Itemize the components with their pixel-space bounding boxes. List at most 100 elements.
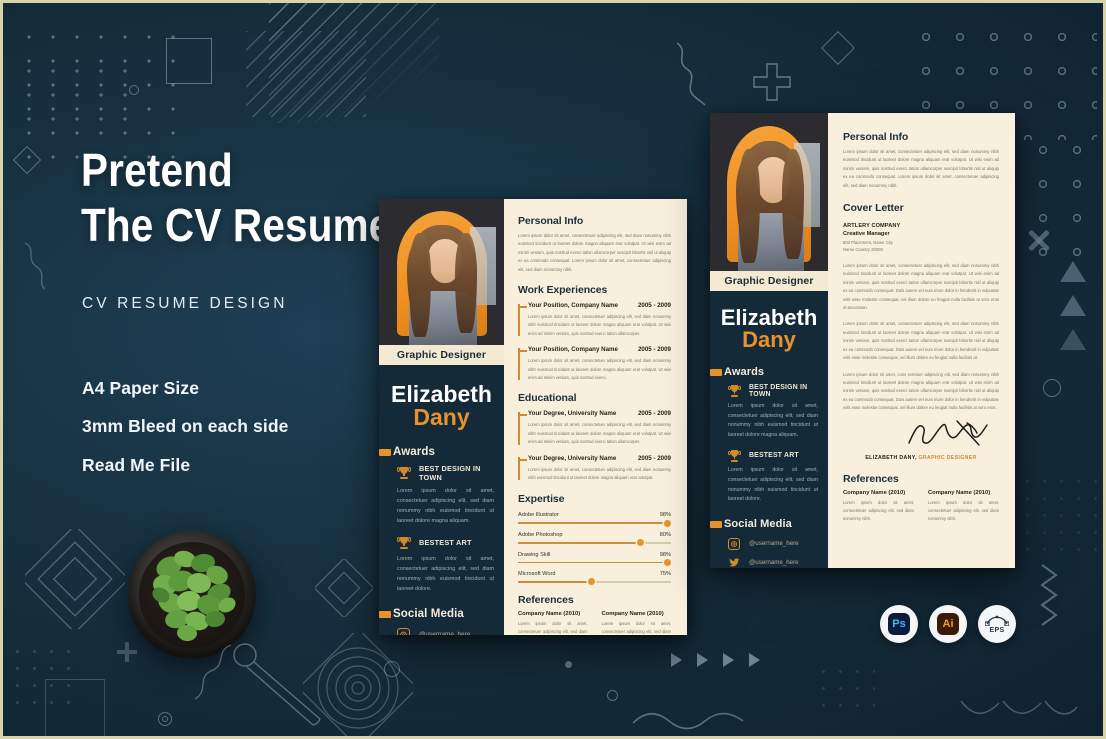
title-line-2: The CV Resume	[81, 198, 392, 251]
first-name: Elizabeth	[391, 381, 492, 407]
eps-label: EPS	[989, 627, 1005, 634]
award-body: Lorem ipsum dolor sit amet, consectetuer…	[397, 555, 494, 592]
work-heading: Work Experiences	[518, 284, 608, 297]
instagram-icon[interactable]: ◎	[728, 537, 740, 550]
circle-outline-right	[1043, 379, 1061, 397]
chevron-3	[723, 653, 734, 667]
skill-knob[interactable]	[664, 558, 672, 566]
social-item[interactable]: ◎ @username_here	[397, 627, 494, 635]
diamond-outline-left-mid	[12, 145, 42, 175]
cover-letter-column: Personal Info Lorem ipsum dolor sit amet…	[828, 113, 1015, 568]
award-title: BEST DESIGN IN TOWN	[419, 463, 481, 482]
cover-company: ARTLERY COMPANY	[843, 223, 901, 230]
concentric-diamond-bottom-left	[311, 633, 337, 659]
photoshop-badge[interactable]: Ps	[880, 605, 918, 643]
skill-knob[interactable]	[664, 519, 672, 527]
work-entry: Your Position, Company Name 2005 - 2009 …	[518, 346, 671, 382]
skill-percent: 80%	[659, 531, 671, 538]
awards-heading: Awards	[379, 445, 504, 458]
social-heading-back: Social Media	[710, 517, 828, 530]
education-title: Your Degree, University Name	[528, 454, 617, 462]
skill-percent: 98%	[659, 551, 671, 558]
circle-outline-bottom-1	[384, 661, 400, 677]
social-handle: @username_here	[419, 630, 471, 635]
cover-role: Creative Manager	[843, 231, 890, 238]
portrait-photo	[379, 199, 504, 345]
dot-grid-top-left-extra	[17, 59, 129, 141]
reference-item: Company Name (2010) Lorem ipsum dolor si…	[928, 490, 999, 524]
expertise-heading: Expertise	[518, 493, 565, 506]
triangle-right-1	[1060, 261, 1086, 282]
social-item[interactable]: ◎ @username_here	[728, 537, 818, 550]
social-handle: @username_here	[749, 559, 799, 567]
resume-sidebar-back: Graphic Designer Elizabeth Dany Awards B…	[710, 113, 828, 568]
dot-grid-bottom-right	[815, 663, 875, 719]
skill-knob[interactable]	[636, 539, 644, 547]
feature-a4: A4 Paper Size	[82, 378, 200, 398]
awards-heading-tab	[710, 368, 722, 376]
skill-track[interactable]	[518, 578, 671, 586]
reference-body: Lorem ipsum dolor sit amet, consectetuer…	[928, 499, 999, 521]
eps-badge[interactable]: EPS	[978, 605, 1016, 643]
skill-name: Adobe Photoshop	[518, 531, 563, 538]
triangle-right-2	[1060, 295, 1086, 316]
social-heading-label: Social Media	[724, 517, 792, 530]
concentric-diamond-small	[313, 557, 375, 619]
references-heading: References	[518, 593, 574, 606]
resume-sidebar: Graphic Designer Elizabeth Dany Awards B…	[379, 199, 504, 635]
skill-fill	[518, 522, 668, 524]
photo-hair-front	[409, 233, 431, 337]
wavy-line-left	[23, 239, 83, 291]
skill-track[interactable]	[518, 539, 671, 547]
skill-track[interactable]	[518, 558, 672, 566]
work-body: Lorem ipsum dolor sit amet, consectetuer…	[528, 314, 671, 336]
education-title: Your Degree, University Name	[528, 410, 617, 418]
ring-grid-right	[1026, 133, 1098, 263]
resume-card-front[interactable]: Graphic Designer Elizabeth Dany Awards B…	[379, 199, 687, 635]
dot-grid-right-lower	[1019, 473, 1097, 551]
awards-heading-label: Awards	[393, 445, 435, 458]
job-title-bar: Graphic Designer	[379, 345, 504, 365]
reference-company: Company Name (2010)	[843, 489, 906, 496]
plus-outline-left-lower	[116, 641, 138, 663]
circle-outline-bottom-mid	[158, 712, 172, 726]
dot-grid-bottom-left	[9, 643, 83, 715]
circle-outline-bottom-2	[607, 690, 618, 701]
resume-card-back[interactable]: Graphic Designer Elizabeth Dany Awards B…	[710, 113, 1015, 568]
x-shape-right	[1023, 225, 1053, 255]
photo-hair-front-right	[455, 233, 477, 333]
subtitle: CV RESUME DESIGN	[82, 295, 288, 312]
cover-body-3: Lorem ipsum dolor sit amet, cons ectetue…	[843, 371, 999, 411]
cover-body-2: Lorem ipsum dolor sit amet, consectetuer…	[843, 321, 999, 361]
social-item[interactable]: @username_here	[728, 557, 818, 568]
award-title: BEST DESIGN IN TOWN	[749, 383, 808, 398]
skill-track[interactable]	[518, 519, 672, 527]
skill-knob[interactable]	[587, 578, 595, 586]
awards-heading-tab	[379, 448, 391, 456]
skill-name: Microsoft Word	[518, 571, 556, 578]
award-title: BESTEST ART	[419, 538, 472, 548]
skill-fill	[518, 561, 668, 564]
award-item: BESTEST ART	[396, 536, 494, 550]
spoon-outline	[225, 641, 335, 735]
wavy-line-bottom	[631, 709, 749, 731]
feature-bleed: 3mm Bleed on each side	[82, 416, 289, 436]
education-entry: Your Degree, University Name 2005 - 2009…	[518, 455, 671, 483]
skill-percent: 98%	[659, 512, 671, 519]
instagram-icon[interactable]: ◎	[397, 627, 410, 635]
work-years: 2005 - 2009	[637, 346, 671, 354]
concentric-diamond-left	[20, 524, 130, 634]
skill-row: Adobe Illustrator 98%	[518, 512, 672, 527]
illustrator-badge[interactable]: Ai	[929, 605, 967, 643]
signature	[905, 419, 991, 449]
social-handle: @username_here	[749, 540, 799, 548]
square-outline-top	[166, 38, 212, 84]
award-item: BESTEST ART	[727, 449, 818, 462]
dot-bottom-small	[565, 661, 572, 668]
diagonal-lines-top	[269, 3, 439, 123]
candidate-name: Elizabeth Dany	[379, 381, 504, 430]
awards-heading-back: Awards	[710, 366, 828, 378]
concentric-diamond-mid	[297, 627, 419, 736]
twitter-icon[interactable]	[728, 557, 740, 568]
reference-item: Company Name (2010) Lorem ipsum dolor si…	[518, 611, 588, 635]
